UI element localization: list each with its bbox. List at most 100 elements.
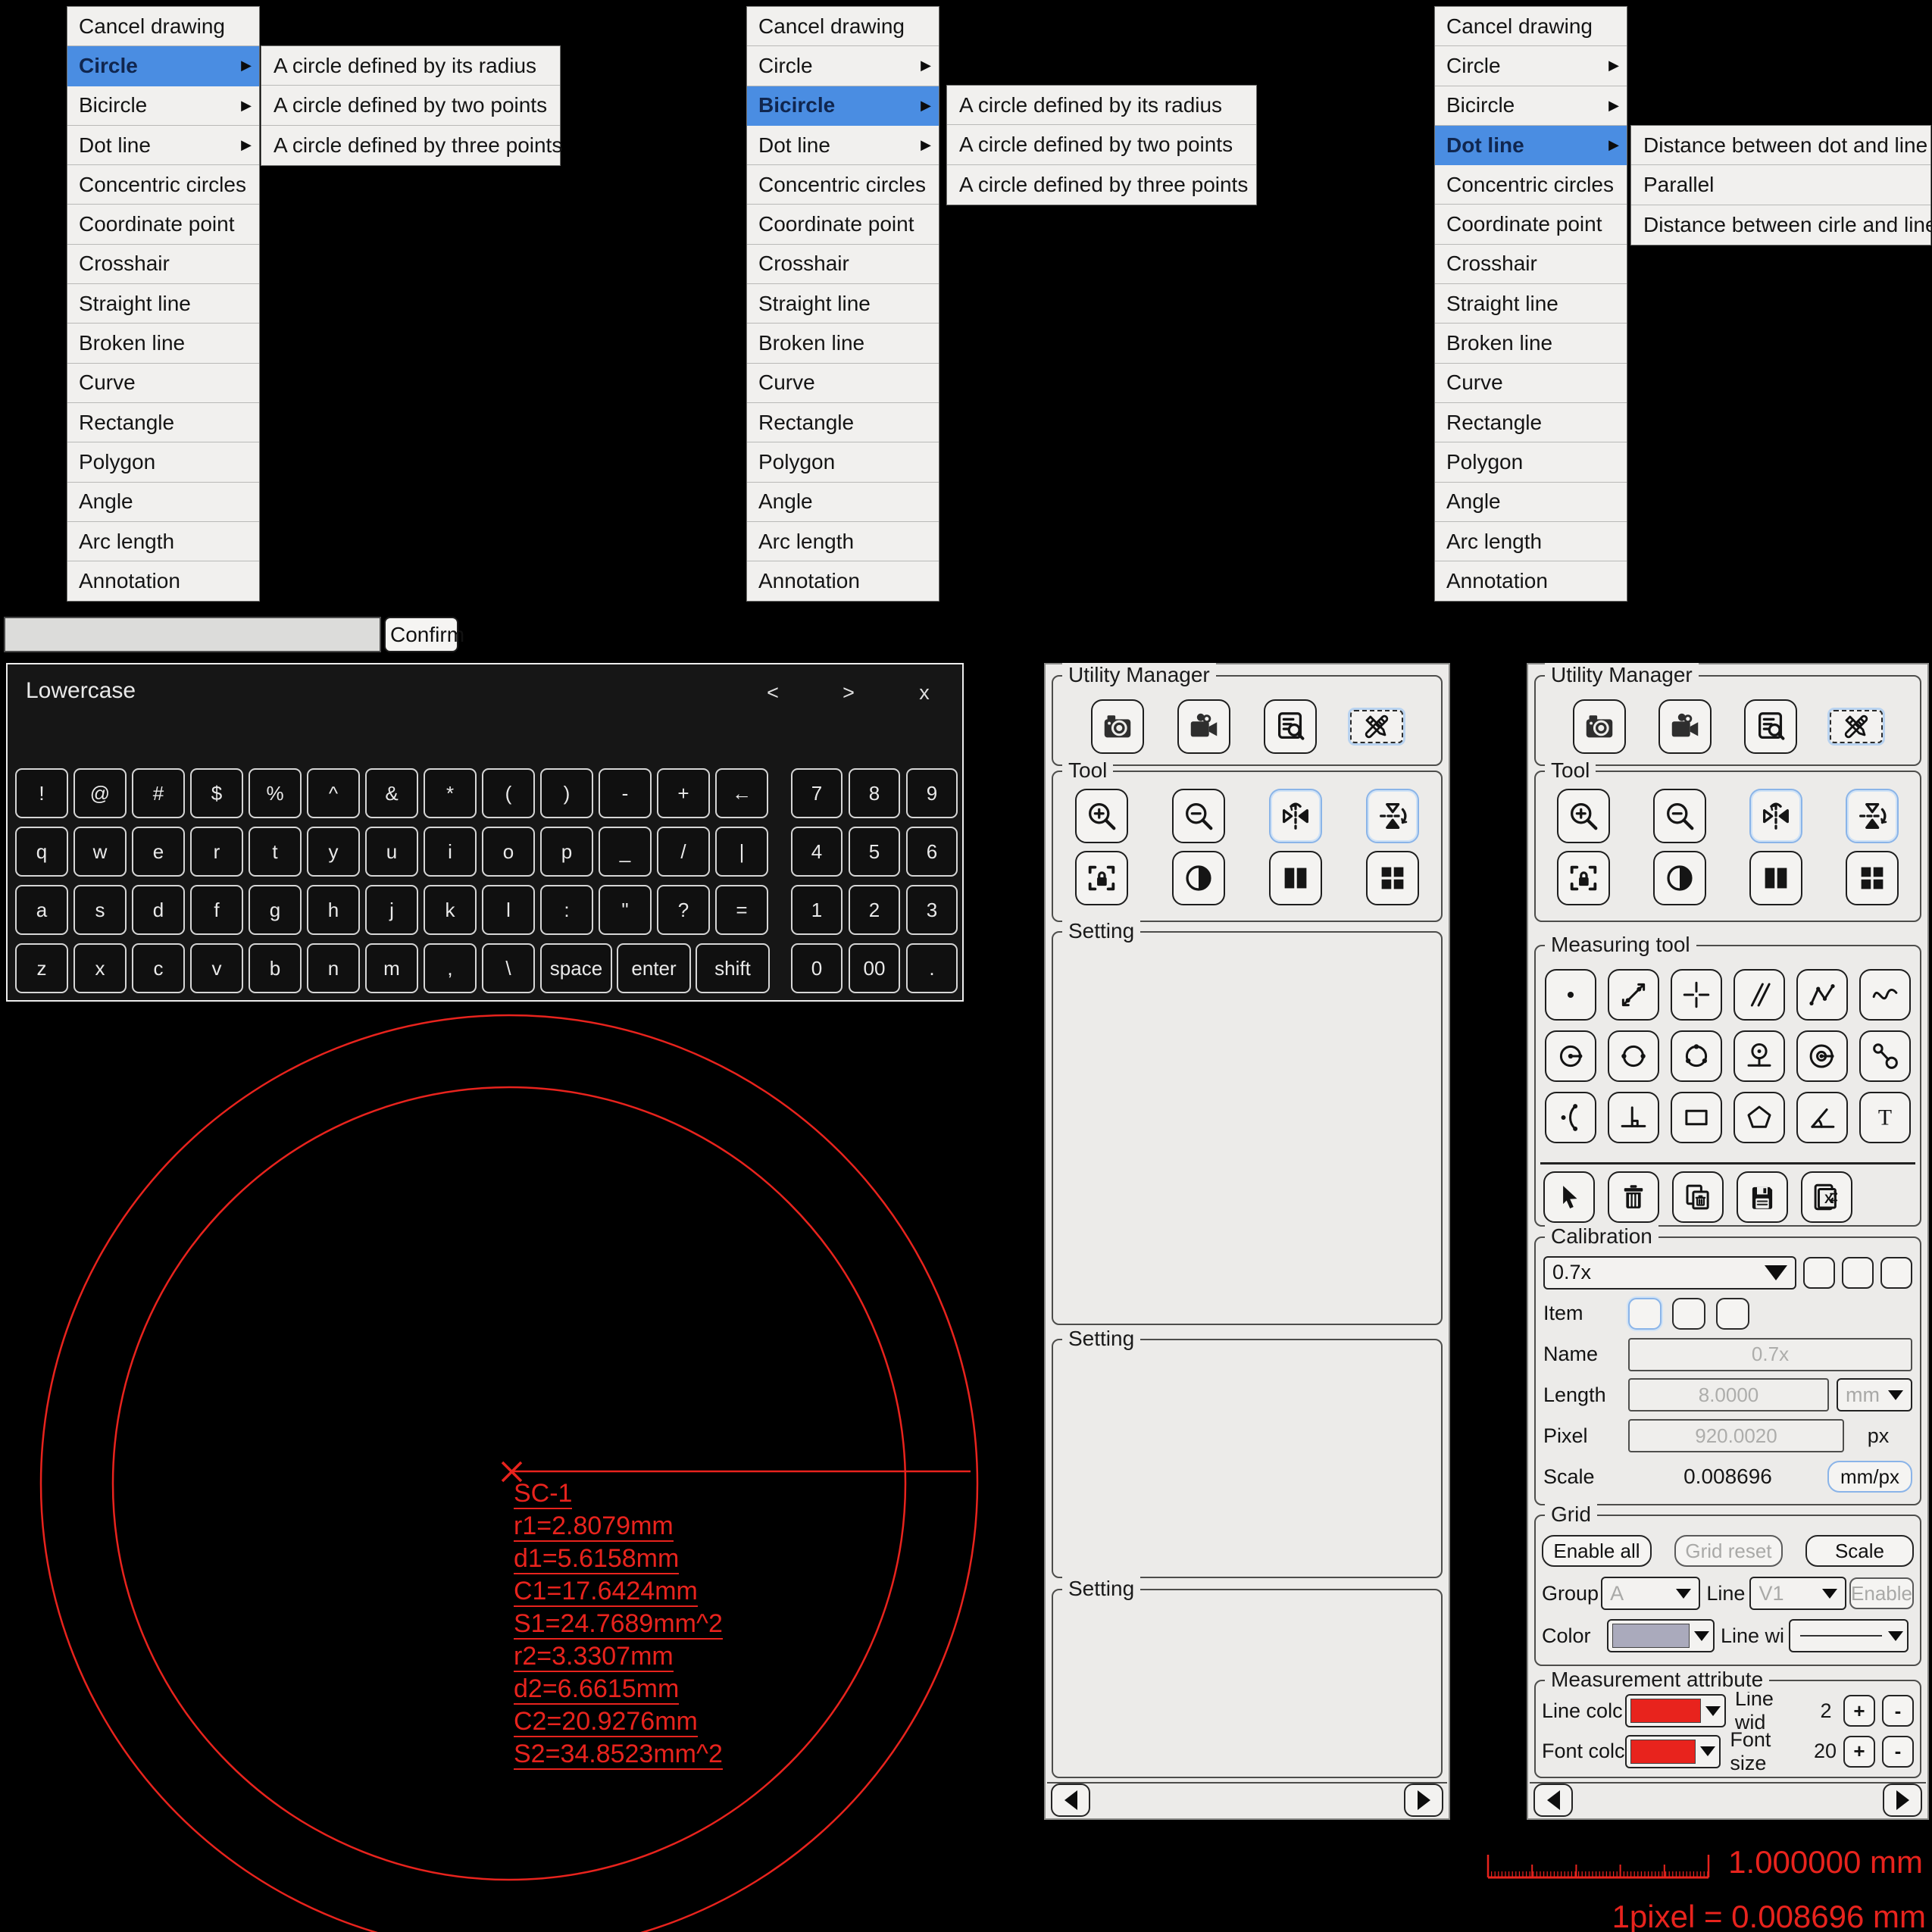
measure-polyline-button[interactable]: [1796, 969, 1848, 1021]
font-color-select[interactable]: [1625, 1735, 1721, 1768]
font-size-decrease-button[interactable]: -: [1882, 1736, 1914, 1768]
panel2-next-button[interactable]: [1883, 1784, 1922, 1817]
key-q[interactable]: q: [15, 827, 68, 877]
key-l[interactable]: l: [482, 885, 535, 935]
key-|[interactable]: |: [715, 827, 768, 877]
zoom-out-button[interactable]: [1172, 789, 1225, 843]
measure-circle-radius-button[interactable]: [1545, 1030, 1596, 1082]
submenu-item[interactable]: A circle defined by its radius: [261, 46, 560, 86]
measure-button[interactable]: [1830, 710, 1883, 743]
menu-item-broken-line[interactable]: Broken line: [747, 324, 939, 363]
menu-item-concentric-circles[interactable]: Concentric circles: [1435, 165, 1627, 205]
line-width-increase-button[interactable]: +: [1843, 1695, 1875, 1727]
key-←[interactable]: ←: [715, 768, 768, 818]
menu-item-dot-line[interactable]: Dot line▶: [747, 126, 939, 165]
trash-button[interactable]: [1608, 1171, 1659, 1223]
menu-item-broken-line[interactable]: Broken line: [1435, 324, 1627, 363]
line-width-decrease-button[interactable]: -: [1882, 1695, 1914, 1727]
lock-button[interactable]: [1557, 851, 1610, 905]
flip-v-button[interactable]: [1366, 789, 1419, 843]
key-a[interactable]: a: [15, 885, 68, 935]
menu-item-coordinate-point[interactable]: Coordinate point: [747, 205, 939, 244]
key-/[interactable]: /: [657, 827, 710, 877]
submenu-item[interactable]: Distance between cirle and line: [1631, 205, 1930, 245]
flip-h-button[interactable]: [1269, 789, 1322, 843]
measure-circle-3pt-button[interactable]: [1671, 1030, 1722, 1082]
menu-item-straight-line[interactable]: Straight line: [1435, 284, 1627, 324]
key-$[interactable]: $: [190, 768, 243, 818]
menu-item-concentric-circles[interactable]: Concentric circles: [67, 165, 259, 205]
key-f[interactable]: f: [190, 885, 243, 935]
key-_[interactable]: _: [599, 827, 652, 877]
measure-point-button[interactable]: [1545, 969, 1596, 1021]
menu-item-angle[interactable]: Angle: [67, 483, 259, 522]
split-2-button[interactable]: [1749, 851, 1802, 905]
measure-curve-button[interactable]: [1859, 969, 1911, 1021]
menu-item-bicircle[interactable]: Bicircle▶: [747, 86, 939, 126]
menu-item-circle[interactable]: Circle▶: [1435, 46, 1627, 86]
menu-item-cancel-drawing[interactable]: Cancel drawing: [747, 7, 939, 46]
key-*[interactable]: *: [424, 768, 477, 818]
key-z[interactable]: z: [15, 943, 68, 993]
key-enter[interactable]: enter: [617, 943, 691, 993]
grid-reset-button[interactable]: Grid reset: [1674, 1535, 1783, 1567]
contrast-button[interactable]: [1653, 851, 1706, 905]
key-shift[interactable]: shift: [696, 943, 770, 993]
scale-unit-button[interactable]: mm/px: [1827, 1461, 1912, 1493]
camera-button[interactable]: [1573, 699, 1626, 754]
menu-item-curve[interactable]: Curve: [1435, 364, 1627, 403]
key-i[interactable]: i: [424, 827, 477, 877]
panel2-prev-button[interactable]: [1533, 1784, 1573, 1817]
submenu-item[interactable]: Distance between dot and line: [1631, 126, 1930, 165]
submenu-item[interactable]: A circle defined by three points: [947, 165, 1256, 205]
key-?[interactable]: ?: [657, 885, 710, 935]
menu-item-crosshair[interactable]: Crosshair: [1435, 245, 1627, 284]
menu-item-coordinate-point[interactable]: Coordinate point: [1435, 205, 1627, 244]
menu-item-polygon[interactable]: Polygon: [67, 442, 259, 482]
grid-group-select[interactable]: A: [1601, 1577, 1700, 1610]
grid-enable-all-button[interactable]: Enable all: [1542, 1535, 1652, 1567]
key-w[interactable]: w: [73, 827, 127, 877]
key-![interactable]: !: [15, 768, 68, 818]
menu-item-arc-length[interactable]: Arc length: [1435, 522, 1627, 561]
key-2[interactable]: 2: [849, 885, 900, 935]
calibration-name-input[interactable]: 0.7x: [1628, 1338, 1912, 1371]
confirm-button[interactable]: Confirm: [384, 617, 458, 652]
key-0[interactable]: 0: [791, 943, 843, 993]
report-button[interactable]: [1264, 699, 1317, 754]
menu-item-straight-line[interactable]: Straight line: [747, 284, 939, 324]
calibration-edit-button[interactable]: [1880, 1257, 1912, 1289]
menu-item-angle[interactable]: Angle: [747, 483, 939, 522]
key-#[interactable]: #: [132, 768, 185, 818]
key-k[interactable]: k: [424, 885, 477, 935]
menu-item-arc-length[interactable]: Arc length: [747, 522, 939, 561]
submenu-item[interactable]: A circle defined by three points: [261, 126, 560, 165]
copy-trash-button[interactable]: [1672, 1171, 1724, 1223]
key-^[interactable]: ^: [307, 768, 360, 818]
measure-angle-button[interactable]: [1796, 1092, 1848, 1143]
submenu-item[interactable]: A circle defined by two points: [261, 86, 560, 125]
key-space[interactable]: space: [540, 943, 612, 993]
panel1-prev-button[interactable]: [1051, 1784, 1090, 1817]
zoom-out-button[interactable]: [1653, 789, 1706, 843]
key-n[interactable]: n: [307, 943, 360, 993]
measure-circle-2pt-button[interactable]: [1608, 1030, 1659, 1082]
grid-color-select[interactable]: [1607, 1619, 1715, 1652]
menu-item-broken-line[interactable]: Broken line: [67, 324, 259, 363]
menu-item-rectangle[interactable]: Rectangle: [67, 403, 259, 442]
key-%[interactable]: %: [249, 768, 302, 818]
excel-button[interactable]: X: [1801, 1171, 1852, 1223]
measure-crosshair-button[interactable]: [1671, 969, 1722, 1021]
key-4[interactable]: 4: [791, 827, 843, 877]
menu-item-rectangle[interactable]: Rectangle: [1435, 403, 1627, 442]
annotation-input[interactable]: [4, 617, 381, 652]
menu-item-arc-length[interactable]: Arc length: [67, 522, 259, 561]
split-4-button[interactable]: [1366, 851, 1419, 905]
key-9[interactable]: 9: [906, 768, 958, 818]
menu-item-rectangle[interactable]: Rectangle: [747, 403, 939, 442]
font-size-increase-button[interactable]: +: [1843, 1736, 1875, 1768]
measure-rect-button[interactable]: [1671, 1092, 1722, 1143]
menu-item-bicircle[interactable]: Bicircle▶: [67, 86, 259, 126]
menu-item-dot-line[interactable]: Dot line▶: [1435, 126, 1627, 165]
menu-item-concentric-circles[interactable]: Concentric circles: [747, 165, 939, 205]
